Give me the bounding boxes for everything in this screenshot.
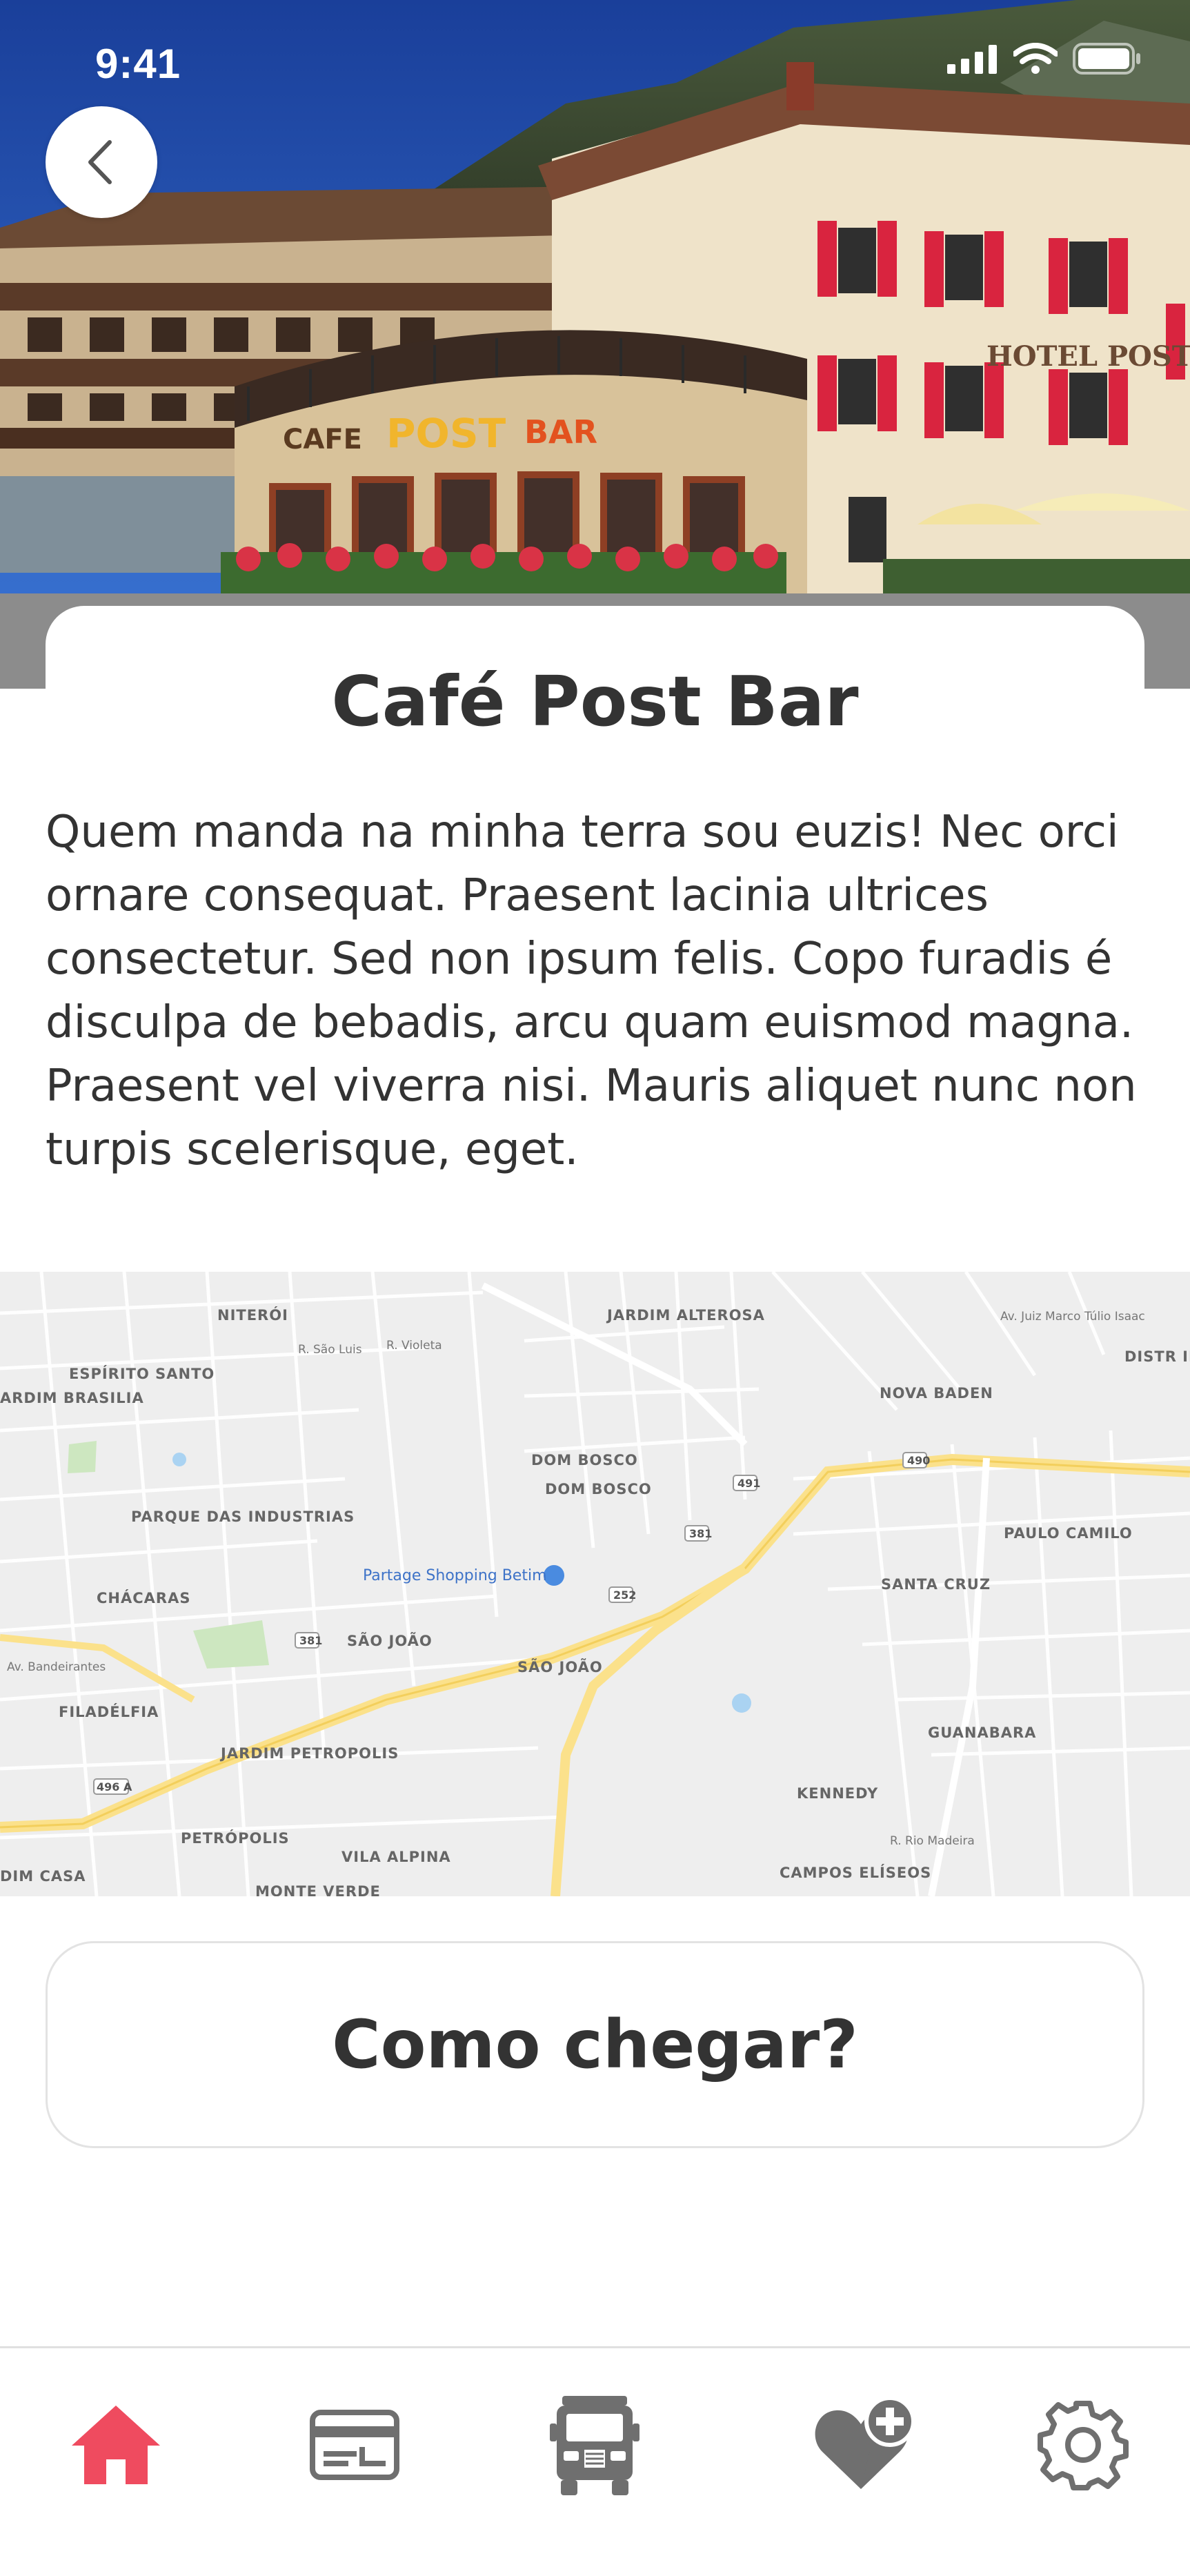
street-label: Av. Juiz Marco Túlio Isaac bbox=[1000, 1310, 1145, 1324]
post-sign: POST bbox=[386, 410, 506, 457]
truck-icon bbox=[550, 2396, 639, 2495]
map-label: SÃO JOÃO bbox=[347, 1632, 433, 1649]
map-label: JARDIM ALTEROSA bbox=[606, 1307, 765, 1324]
heart-plus-icon bbox=[815, 2397, 915, 2489]
map-label: SÃO JOÃO bbox=[517, 1658, 603, 1675]
tab-favorites[interactable] bbox=[789, 2376, 940, 2514]
route-shield-252: 252 bbox=[613, 1589, 636, 1602]
status-time: 9:41 bbox=[95, 41, 181, 87]
map-label: DISTR INDUST PAULO C NORT bbox=[1124, 1348, 1190, 1365]
home-icon bbox=[72, 2406, 160, 2484]
map-label: DIM CASA bbox=[0, 1868, 86, 1885]
cafe-sign: CAFE bbox=[283, 424, 362, 455]
map-label: MONTE VERDE bbox=[255, 1883, 381, 1896]
route-shield-381: 381 bbox=[689, 1527, 712, 1540]
street-label: R. Rio Madeira bbox=[890, 1834, 975, 1848]
map-label: ESPÍRITO SANTO bbox=[69, 1365, 215, 1382]
map-label: GUANABARA bbox=[928, 1724, 1036, 1741]
map-label: VILA ALPINA bbox=[341, 1849, 451, 1865]
street-label: R. São Luis bbox=[298, 1343, 362, 1357]
map-label: NITERÓI bbox=[217, 1306, 288, 1324]
map-label: SANTA CRUZ bbox=[881, 1576, 991, 1593]
route-shield-496a: 496 A bbox=[97, 1780, 132, 1793]
map-label: DOM BOSCO bbox=[545, 1481, 652, 1497]
gear-icon bbox=[1038, 2401, 1129, 2490]
battery-icon bbox=[1073, 43, 1140, 75]
map-canvas: 491 381 252 381 490 496 A NITERÓI JARDIM… bbox=[0, 1272, 1190, 1896]
directions-button-label: Como chegar? bbox=[332, 2006, 858, 2083]
bar-sign: BAR bbox=[524, 413, 597, 451]
place-description: Quem manda na minha terra sou euzis! Nec… bbox=[46, 807, 1137, 1175]
signal-icon bbox=[947, 45, 997, 74]
poi-label: Partage Shopping Betim bbox=[363, 1567, 547, 1584]
card-icon bbox=[310, 2410, 399, 2480]
directions-button[interactable]: Como chegar? bbox=[46, 1941, 1144, 2148]
tab-card[interactable] bbox=[279, 2376, 430, 2514]
map-label: PARQUE DAS INDUSTRIAS bbox=[131, 1508, 355, 1525]
map-label: PAULO CAMILO bbox=[1004, 1525, 1133, 1542]
status-bar: 9:41 bbox=[0, 0, 1190, 124]
map-label: NOVA BADEN bbox=[880, 1385, 993, 1402]
route-shield-491: 491 bbox=[737, 1477, 760, 1490]
map-label: KENNEDY bbox=[797, 1785, 878, 1802]
location-map[interactable]: 491 381 252 381 490 496 A NITERÓI JARDIM… bbox=[0, 1272, 1190, 1896]
status-icons bbox=[947, 43, 1142, 75]
route-shield-490: 490 bbox=[907, 1454, 930, 1467]
tab-settings[interactable] bbox=[1007, 2376, 1159, 2514]
map-label: PETRÓPOLIS bbox=[181, 1829, 290, 1847]
route-shield-381: 381 bbox=[299, 1634, 322, 1647]
hotel-sign: HOTEL POST bbox=[986, 340, 1190, 373]
map-label: ARDIM BRASILIA bbox=[0, 1390, 144, 1406]
map-label: DOM BOSCO bbox=[531, 1452, 638, 1468]
map-label: JARDIM PETROPOLIS bbox=[219, 1745, 399, 1762]
map-label: CHÁCARAS bbox=[97, 1589, 190, 1606]
tab-home[interactable] bbox=[40, 2376, 192, 2514]
chevron-left-icon bbox=[88, 140, 112, 184]
street-label: R. Violeta bbox=[386, 1339, 442, 1353]
back-button[interactable] bbox=[46, 106, 157, 218]
map-label: FILADÉLFIA bbox=[59, 1703, 159, 1720]
place-title: Café Post Bar bbox=[331, 661, 859, 742]
street-label: Av. Bandeirantes bbox=[7, 1660, 106, 1674]
wifi-icon bbox=[1013, 43, 1058, 74]
hero-photo: HOTEL POST CAFE POST BAR 9:41 bbox=[0, 0, 1190, 689]
map-label: CAMPOS ELÍSEOS bbox=[780, 1864, 931, 1881]
bottom-tab-bar bbox=[0, 2346, 1190, 2576]
tab-truck[interactable] bbox=[519, 2376, 671, 2514]
